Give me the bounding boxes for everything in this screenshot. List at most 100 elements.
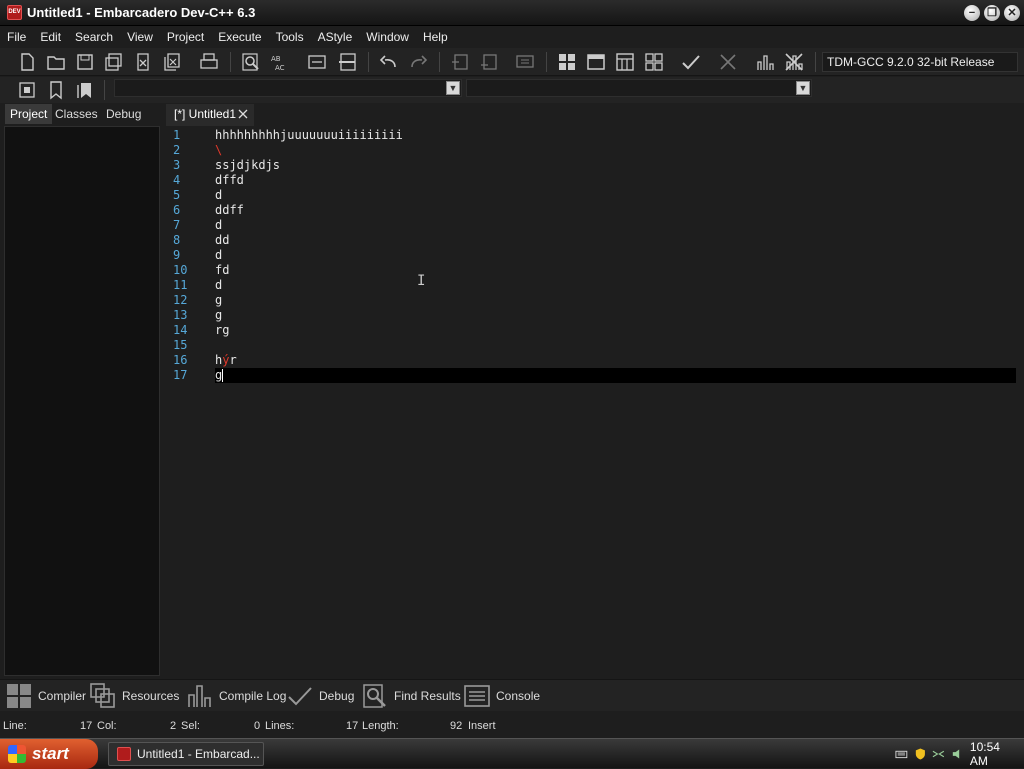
goto-bookmark-icon[interactable]	[74, 79, 96, 101]
clock[interactable]: 10:54 AM	[970, 740, 1016, 768]
line-number: 10	[173, 263, 188, 277]
svg-text:AB: AB	[271, 55, 281, 63]
editor-tab-untitled1[interactable]: [*] Untitled1	[166, 104, 254, 126]
undo-icon[interactable]	[378, 51, 400, 73]
run-icon[interactable]	[585, 51, 607, 73]
compile-and-run-icon[interactable]	[614, 51, 636, 73]
stop-icon[interactable]	[717, 51, 739, 73]
rebuild-icon[interactable]	[643, 51, 665, 73]
close-all-icon[interactable]	[161, 51, 183, 73]
profile-icon[interactable]	[754, 51, 776, 73]
menu-view[interactable]: View	[120, 27, 160, 47]
restore-button[interactable]: ❐	[984, 4, 1000, 21]
tab-debug[interactable]: Debug	[101, 104, 146, 124]
tab-classes[interactable]: Classes	[50, 104, 103, 124]
code-line[interactable]: g	[215, 308, 1018, 323]
security-shield-icon[interactable]	[914, 747, 927, 761]
code-line[interactable]: d	[215, 188, 1018, 203]
goto-line-icon[interactable]	[306, 51, 328, 73]
compile-log-icon	[188, 685, 211, 707]
chevron-down-icon[interactable]: ▼	[796, 81, 810, 95]
menu-execute[interactable]: Execute	[211, 27, 268, 47]
menu-file[interactable]: File	[0, 27, 33, 47]
checkmark-icon	[288, 687, 312, 706]
syntax-check-icon[interactable]	[680, 51, 702, 73]
code-line[interactable]: d	[215, 278, 1018, 293]
network-icon[interactable]	[932, 747, 945, 761]
tab-console[interactable]: Console	[464, 682, 540, 710]
tab-compiler[interactable]: Compiler	[6, 682, 86, 710]
code-line[interactable]: dffd	[215, 173, 1018, 188]
tab-find-results[interactable]: Find Results	[362, 682, 461, 710]
text-caret	[222, 369, 224, 382]
new-file-icon[interactable]	[16, 51, 38, 73]
unindent-icon[interactable]	[478, 51, 500, 73]
taskbar-item-devcpp[interactable]: Untitled1 - Embarcad...	[108, 742, 264, 766]
tab-debug-label: Debug	[319, 689, 355, 703]
close-tab-icon[interactable]	[236, 107, 250, 121]
code-area[interactable]: hhhhhhhhhjuuuuuuuiiiiiiiii \ ssjdjkdjs dffd…	[215, 128, 1018, 383]
redo-icon[interactable]	[407, 51, 429, 73]
toggle-comment-icon[interactable]	[514, 51, 536, 73]
keyboard-icon[interactable]	[895, 747, 908, 761]
code-line[interactable]: d	[215, 248, 1018, 263]
minimize-button[interactable]: −	[964, 4, 980, 21]
text-cursor-icon: I	[417, 273, 426, 289]
menu-help[interactable]: Help	[416, 27, 455, 47]
start-label: start	[32, 744, 69, 763]
tab-resources[interactable]: Resources	[90, 682, 179, 710]
status-bar: Line: 17 Col: 2 Sel: 0 Lines: 17 Length:…	[0, 716, 1024, 736]
function-combo[interactable]: ▼	[466, 79, 812, 97]
save-all-icon[interactable]	[103, 51, 125, 73]
compile-icon[interactable]	[556, 51, 578, 73]
title-bar[interactable]: DEV Untitled1 - Embarcadero Dev-C++ 6.3 …	[0, 0, 1024, 26]
tab-compiler-label: Compiler	[38, 689, 87, 703]
volume-icon[interactable]	[951, 747, 964, 761]
compiler-set-select[interactable]: TDM-GCC 9.2.0 32-bit Release	[822, 52, 1018, 72]
close-button[interactable]: ✕	[1004, 4, 1020, 21]
code-line[interactable]: rg	[215, 323, 1018, 338]
status-line-value: 17	[80, 720, 93, 732]
print-icon[interactable]	[198, 51, 220, 73]
code-line[interactable]: hýr	[215, 353, 1018, 368]
tab-debug-output[interactable]: Debug	[287, 682, 354, 710]
start-button[interactable]: start	[0, 739, 98, 769]
code-editor[interactable]: 1 2 3 4 5 6 7 8 9 10 11 12 13 14 15 16 17 hhhhhhhhhjuuuu…	[168, 126, 1020, 678]
code-text: g	[215, 293, 223, 307]
status-sel-value: 0	[254, 720, 261, 732]
menu-tools[interactable]: Tools	[269, 27, 311, 47]
code-line[interactable]: fd	[215, 263, 1018, 278]
code-line[interactable]: g	[215, 293, 1018, 308]
toggle-bookmark-icon[interactable]	[45, 79, 67, 101]
class-combo[interactable]: ▼	[114, 79, 462, 97]
code-line[interactable]: ssjdjkdjs	[215, 158, 1018, 173]
code-line[interactable]: g	[215, 368, 1016, 383]
menu-bar: File Edit Search View Project Execute To…	[0, 27, 1024, 47]
devcpp-app-icon[interactable]: DEV	[7, 5, 22, 20]
menu-window[interactable]: Window	[359, 27, 416, 47]
menu-search[interactable]: Search	[68, 27, 120, 47]
menu-astyle[interactable]: AStyle	[311, 27, 360, 47]
save-icon[interactable]	[74, 51, 96, 73]
chevron-down-icon[interactable]: ▼	[446, 81, 460, 95]
tab-compile-log[interactable]: Compile Log	[187, 682, 286, 710]
code-line[interactable]	[215, 338, 1018, 353]
project-tree[interactable]	[4, 126, 160, 676]
code-line[interactable]: \	[215, 143, 1018, 158]
find-icon[interactable]	[240, 51, 262, 73]
menu-project[interactable]: Project	[160, 27, 211, 47]
open-icon[interactable]	[45, 51, 67, 73]
close-file-icon[interactable]	[132, 51, 154, 73]
insert-icon[interactable]	[16, 79, 38, 101]
code-line[interactable]: hhhhhhhhhjuuuuuuuiiiiiiiii	[215, 128, 1018, 143]
code-line[interactable]: dd	[215, 233, 1018, 248]
split-view-icon[interactable]	[336, 51, 358, 73]
tab-project[interactable]: Project	[5, 104, 53, 124]
menu-edit[interactable]: Edit	[33, 27, 68, 47]
indent-icon[interactable]	[449, 51, 471, 73]
code-line[interactable]: d	[215, 218, 1018, 233]
replace-icon[interactable]: AB AC	[269, 51, 291, 73]
tab-find-results-label: Find Results	[394, 689, 461, 703]
code-line[interactable]: ddff	[215, 203, 1018, 218]
delete-profile-icon[interactable]	[783, 51, 805, 73]
